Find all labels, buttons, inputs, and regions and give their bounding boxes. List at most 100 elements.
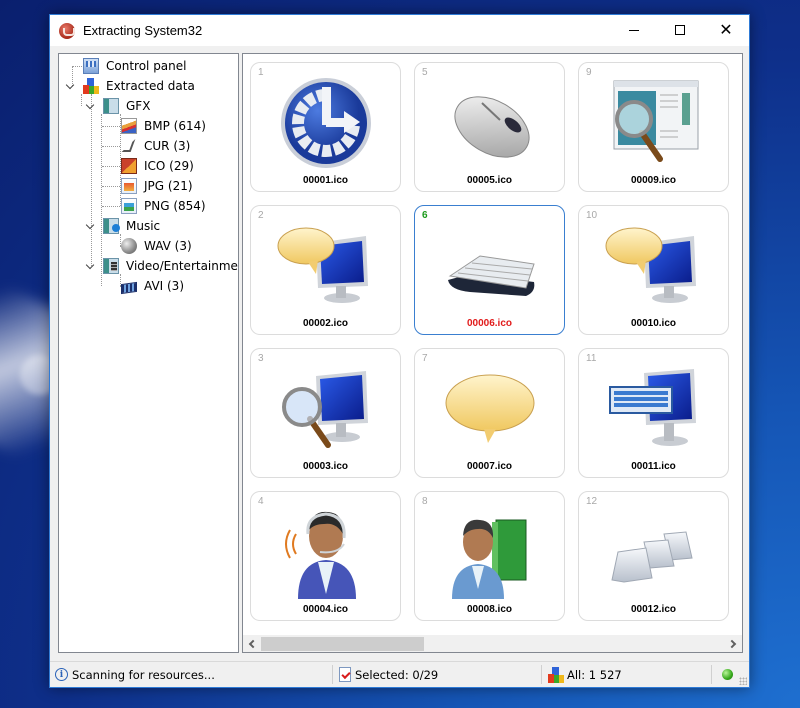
bmp-icon xyxy=(121,118,137,134)
tile-number: 1 xyxy=(258,67,264,78)
icon-tile[interactable]: 10 00010.ico xyxy=(578,205,729,335)
tree-item-wav[interactable]: WAV (3) xyxy=(121,236,194,256)
graphics-folder-icon xyxy=(103,98,119,114)
tree-item-label: JPG (21) xyxy=(144,179,193,193)
status-message-text: Scanning for resources... xyxy=(72,667,215,682)
status-message: i Scanning for resources... xyxy=(55,662,215,687)
tree-item-control-panel[interactable]: Control panel xyxy=(83,56,188,76)
icon-grid[interactable]: 1 00001.ico 2 00002.ico 3 00003.ico 4 00004… xyxy=(242,53,743,653)
resize-grip[interactable] xyxy=(739,677,747,685)
close-button[interactable]: ✕ xyxy=(703,15,749,45)
monitor-speech-bubble-icon xyxy=(604,218,704,313)
tree-item-ico[interactable]: ICO (29) xyxy=(121,156,196,176)
control-panel-icon xyxy=(83,58,99,74)
tile-number: 12 xyxy=(586,496,598,507)
tree-connector xyxy=(102,186,120,187)
tile-number: 6 xyxy=(422,210,428,221)
icon-tile[interactable]: 2 00002.ico xyxy=(250,205,401,335)
tile-number: 11 xyxy=(586,353,597,364)
status-divider xyxy=(541,665,542,684)
ico-icon xyxy=(121,158,137,174)
tile-filename: 00010.ico xyxy=(630,318,677,329)
minimize-button[interactable] xyxy=(611,15,657,45)
status-indicator xyxy=(722,662,733,687)
speech-bubble-icon xyxy=(440,361,540,456)
maximize-icon xyxy=(675,25,685,35)
scroll-left-button[interactable] xyxy=(243,635,260,652)
icon-tile[interactable]: 9 00009.ico xyxy=(578,62,729,192)
tree-item-label: PNG (854) xyxy=(144,199,206,213)
tile-filename: 00005.ico xyxy=(466,175,513,186)
tile-number: 8 xyxy=(422,496,428,507)
status-bar: i Scanning for resources... Selected: 0/… xyxy=(50,661,749,687)
keycaps-icon xyxy=(604,504,704,599)
tree-item-png[interactable]: PNG (854) xyxy=(121,196,208,216)
close-icon: ✕ xyxy=(719,20,733,39)
tree-connector xyxy=(81,94,82,106)
resource-tree[interactable]: Control panel Extracted data GFX BMP (61… xyxy=(58,53,239,653)
icon-tile[interactable]: 3 00003.ico xyxy=(250,348,401,478)
tree-item-label: ICO (29) xyxy=(144,159,194,173)
tree-connector xyxy=(101,114,102,286)
tree-item-label: WAV (3) xyxy=(144,239,192,253)
maximize-button[interactable] xyxy=(657,15,703,45)
app-logo-icon xyxy=(59,22,75,39)
tile-filename: 00009.ico xyxy=(630,175,677,186)
icon-tile[interactable]: 12 00012.ico xyxy=(578,491,729,621)
tree-item-bmp[interactable]: BMP (614) xyxy=(121,116,208,136)
tree-item-label: CUR (3) xyxy=(144,139,191,153)
icon-tile[interactable]: 4 00004.ico xyxy=(250,491,401,621)
user-book-icon xyxy=(440,504,540,599)
chevron-right-icon xyxy=(727,639,737,648)
all-count: All: 1 527 xyxy=(567,667,622,682)
tree-item-cur[interactable]: CUR (3) xyxy=(121,136,192,156)
tile-filename: 00008.ico xyxy=(466,604,513,615)
title-bar[interactable]: Extracting System32 ✕ xyxy=(50,15,749,46)
cursor-icon xyxy=(121,138,137,154)
collapse-video-chevron-icon[interactable] xyxy=(84,260,96,272)
tree-item-jpg[interactable]: JPG (21) xyxy=(121,176,195,196)
tile-filename: 00001.ico xyxy=(302,175,349,186)
speaker-icon xyxy=(121,238,137,254)
tree-connector xyxy=(102,146,120,147)
checked-document-icon xyxy=(339,667,351,682)
status-divider xyxy=(332,665,333,684)
icon-tile[interactable]: 6 00006.ico xyxy=(414,205,565,335)
collapse-gfx-chevron-icon[interactable] xyxy=(84,100,96,112)
tree-item-extracted-data[interactable]: Extracted data xyxy=(83,76,197,96)
tree-item-music[interactable]: Music xyxy=(103,216,162,236)
window-title: Extracting System32 xyxy=(83,23,203,38)
icon-tile[interactable]: 7 00007.ico xyxy=(414,348,565,478)
tree-connector xyxy=(102,206,120,207)
collapse-extracted-data-chevron-icon[interactable] xyxy=(64,80,76,92)
tile-number: 5 xyxy=(422,67,428,78)
horizontal-scrollbar[interactable] xyxy=(243,635,742,652)
scroll-right-button[interactable] xyxy=(725,635,742,652)
tree-item-gfx[interactable]: GFX xyxy=(103,96,152,116)
mouse-icon xyxy=(440,75,540,170)
video-folder-icon xyxy=(103,258,119,274)
monitor-keyboard-icon xyxy=(604,361,704,456)
tree-item-label: Extracted data xyxy=(106,79,195,93)
tree-item-avi[interactable]: AVI (3) xyxy=(121,276,186,296)
tree-connector xyxy=(102,166,120,167)
info-icon: i xyxy=(55,668,68,681)
window-magnifier-icon xyxy=(604,75,704,170)
status-led-icon xyxy=(722,669,733,680)
scrollbar-thumb[interactable] xyxy=(261,637,424,651)
tree-connector xyxy=(72,66,82,67)
collapse-music-chevron-icon[interactable] xyxy=(84,220,96,232)
icon-tile[interactable]: 5 00005.ico xyxy=(414,62,565,192)
tile-filename: 00003.ico xyxy=(302,461,349,472)
icon-tile[interactable]: 1 00001.ico xyxy=(250,62,401,192)
tile-number: 2 xyxy=(258,210,264,221)
headset-user-icon xyxy=(276,504,376,599)
jpg-icon xyxy=(121,178,137,194)
blocks-icon xyxy=(548,666,564,683)
icon-tile[interactable]: 11 00011.ico xyxy=(578,348,729,478)
app-window: Extracting System32 ✕ Control panel Extr… xyxy=(49,14,750,688)
tree-item-label: AVI (3) xyxy=(144,279,185,293)
tree-item-video-entertainment[interactable]: Video/Entertainment xyxy=(103,256,238,276)
tile-number: 4 xyxy=(258,496,264,507)
icon-tile[interactable]: 8 00008.ico xyxy=(414,491,565,621)
